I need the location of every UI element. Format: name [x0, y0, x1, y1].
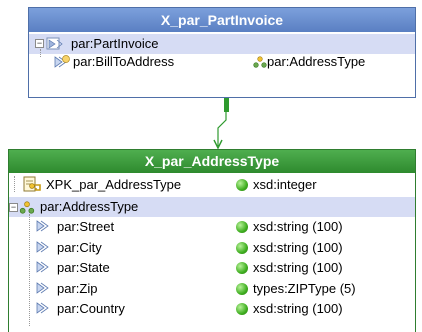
expander-icon[interactable]: − — [9, 203, 18, 212]
field-name: par:State — [57, 260, 110, 275]
field-type: par:AddressType — [267, 54, 366, 69]
element-icon — [36, 240, 49, 253]
field-type: xsd:string (100) — [236, 238, 343, 258]
field-row[interactable]: par:Street xsd:string (100) — [27, 217, 407, 237]
field-row[interactable]: par:Zip types:ZIPType (5) — [27, 279, 407, 299]
type-dot-icon — [236, 179, 248, 191]
key-icon — [23, 176, 41, 192]
arrow-icon[interactable] — [210, 110, 234, 150]
field-type: xsd:string (100) — [236, 217, 343, 237]
element-icon — [36, 281, 49, 294]
expander-icon[interactable]: − — [35, 39, 44, 48]
field-type-text: types:ZIPType (5) — [253, 280, 356, 296]
table-title: X_par_PartInvoice — [160, 12, 284, 28]
key-type-text: xsd:integer — [253, 177, 317, 192]
table-x-par-partinvoice[interactable]: X_par_PartInvoice − par:PartInvoice par:… — [28, 7, 416, 98]
tree-line — [14, 176, 15, 192]
root-label: par:PartInvoice — [71, 36, 159, 51]
table-title: X_par_AddressType — [144, 153, 280, 169]
field-row[interactable]: par:City xsd:string (100) — [27, 238, 407, 258]
field-type: xsd:string (100) — [236, 258, 343, 278]
key-name: XPK_par_AddressType — [46, 177, 182, 192]
type-dot-icon — [236, 241, 248, 254]
field-type: types:ZIPType (5) — [236, 279, 356, 299]
key-type: xsd:integer — [236, 175, 317, 195]
element-icon — [36, 261, 49, 273]
element-icon — [36, 220, 49, 232]
table-header[interactable]: X_par_AddressType — [9, 150, 415, 173]
tree-line — [40, 49, 41, 57]
field-name: par:City — [57, 239, 102, 255]
type-dot-icon — [236, 282, 248, 295]
field-name: par:Zip — [57, 280, 98, 296]
field-type-text: xsd:string (100) — [253, 301, 343, 316]
complex-type-icon — [253, 56, 267, 68]
element-icon — [46, 37, 63, 50]
table-x-par-addresstype[interactable]: X_par_AddressType XPK_par_AddressType xs… — [8, 149, 416, 332]
field-row[interactable]: par:Country xsd:string (100) — [27, 299, 407, 319]
complex-type-icon — [19, 201, 35, 214]
table-header[interactable]: X_par_PartInvoice — [29, 8, 415, 32]
field-name: par:BillToAddress — [73, 54, 175, 69]
element-icon — [54, 55, 70, 68]
field-type: xsd:string (100) — [236, 299, 343, 319]
type-dot-icon — [236, 221, 248, 233]
field-type-text: xsd:string (100) — [253, 219, 343, 234]
field-row[interactable]: par:State xsd:string (100) — [27, 258, 407, 278]
type-dot-icon — [236, 262, 248, 274]
element-icon — [36, 302, 49, 314]
field-type-text: xsd:string (100) — [253, 260, 343, 275]
root-label: par:AddressType — [40, 199, 139, 214]
field-type-text: xsd:string (100) — [253, 239, 343, 255]
field-name: par:Country — [57, 301, 125, 316]
field-name: par:Street — [57, 219, 115, 234]
type-dot-icon — [236, 303, 248, 315]
